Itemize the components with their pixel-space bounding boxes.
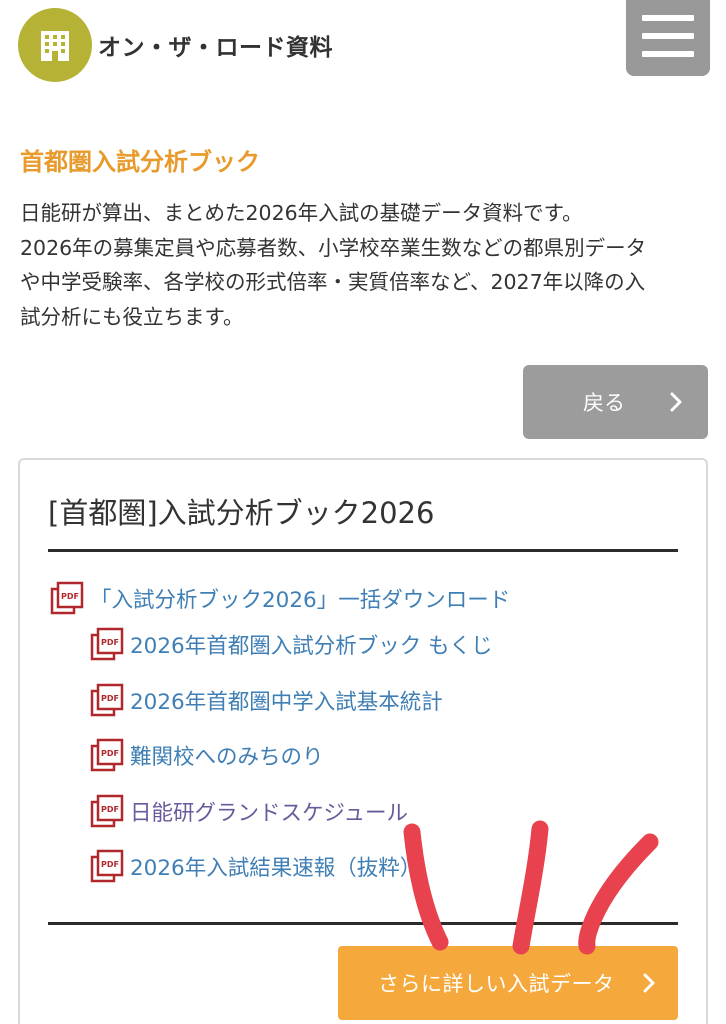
- description-line: 日能研が算出、まとめた2026年入試の基礎データ資料です。: [20, 201, 583, 225]
- link-label: 難関校へのみちのり: [130, 744, 324, 770]
- link-label: 「入試分析ブック2026」一括ダウンロード: [90, 587, 511, 613]
- pdf-link-results-bulletin[interactable]: PDF 2026年入試結果速報（抜粋）: [90, 846, 421, 886]
- pdf-icon: PDF: [90, 738, 124, 772]
- link-label: 日能研グランドスケジュール: [130, 800, 408, 826]
- description-line: 試分析にも役立ちます。: [20, 304, 244, 329]
- site-logo[interactable]: [18, 8, 92, 82]
- link-label: 2026年首都圏中学入試基本統計: [130, 689, 443, 715]
- page: オン・ザ・ロード資料 首都圏入試分析ブック 日能研が算出、まとめた2026年入試…: [0, 0, 726, 1024]
- chevron-right-icon: [670, 392, 682, 412]
- pdf-link-basic-statistics[interactable]: PDF 2026年首都圏中学入試基本統計: [90, 680, 443, 720]
- pdf-link-contents[interactable]: PDF 2026年首都圏入試分析ブック もくじ: [90, 624, 493, 664]
- pdf-icon: PDF: [90, 627, 124, 661]
- description-line: 2026年の募集定員や応募者数、小学校卒業生数などの都県別データ: [20, 235, 647, 260]
- top-divider: [48, 549, 678, 552]
- back-button-label: 戻る: [583, 391, 625, 415]
- pdf-link-path-to-top-schools[interactable]: PDF 難関校へのみちのり: [90, 735, 324, 775]
- section-heading: 首都圏入試分析ブック: [20, 148, 260, 176]
- pdf-link-bulk-download[interactable]: PDF 「入試分析ブック2026」一括ダウンロード: [50, 578, 510, 618]
- back-button[interactable]: 戻る: [523, 365, 708, 439]
- card-title: [首都圏]入試分析ブック2026: [48, 496, 435, 530]
- svg-text:PDF: PDF: [101, 694, 119, 703]
- pdf-icon: PDF: [50, 581, 84, 615]
- svg-text:PDF: PDF: [101, 860, 119, 869]
- svg-text:PDF: PDF: [101, 805, 119, 814]
- intro-description: 日能研が算出、まとめた2026年入試の基礎データ資料です。 2026年の募集定員…: [20, 196, 710, 334]
- chevron-right-icon: [643, 973, 655, 993]
- building-icon: [41, 31, 69, 61]
- link-label: 2026年首都圏入試分析ブック もくじ: [130, 633, 493, 659]
- site-title[interactable]: オン・ザ・ロード資料: [98, 28, 333, 62]
- pdf-icon: PDF: [90, 683, 124, 717]
- more-exam-data-button[interactable]: さらに詳しい入試データ: [338, 946, 678, 1020]
- description-line: や中学受験率、各学校の形式倍率・実質倍率など、2027年以降の入: [20, 270, 646, 294]
- pdf-link-grand-schedule[interactable]: PDF 日能研グランドスケジュール: [90, 791, 408, 831]
- more-button-label: さらに詳しい入試データ: [378, 972, 615, 996]
- hamburger-menu-button[interactable]: [626, 0, 710, 76]
- link-label: 2026年入試結果速報（抜粋）: [130, 855, 422, 881]
- svg-text:PDF: PDF: [61, 592, 79, 601]
- pdf-icon: PDF: [90, 794, 124, 828]
- svg-text:PDF: PDF: [101, 749, 119, 758]
- svg-text:PDF: PDF: [101, 638, 119, 647]
- pdf-icon: PDF: [90, 849, 124, 883]
- bottom-divider: [48, 922, 678, 925]
